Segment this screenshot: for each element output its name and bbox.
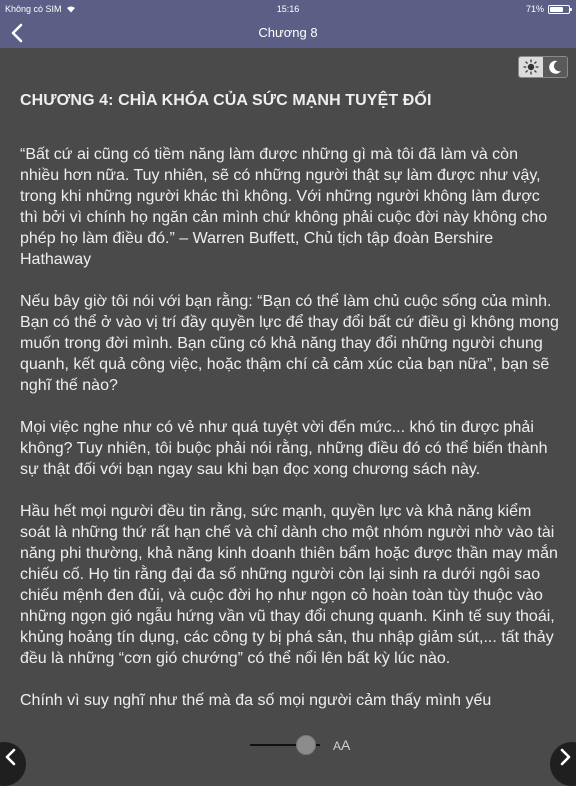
moon-icon: [549, 60, 561, 74]
light-mode-button[interactable]: [519, 57, 543, 77]
battery-icon: [548, 4, 572, 14]
chevron-right-icon: [560, 748, 571, 766]
paragraph: Nếu bây giờ tôi nói với bạn rằng: “Bạn c…: [20, 293, 559, 394]
battery-percent: 71%: [525, 4, 544, 14]
sun-icon: [523, 59, 539, 75]
theme-toggle[interactable]: [518, 56, 568, 78]
paragraph: Mọi việc nghe như có vẻ như quá tuyệt vờ…: [20, 419, 548, 478]
dark-mode-button[interactable]: [543, 57, 567, 77]
paragraph: Hầu hết mọi người đều tin rằng, sức mạnh…: [20, 503, 558, 667]
clock: 15:16: [276, 4, 300, 14]
reader-content: CHƯƠNG 4: CHÌA KHÓA CỦA SỨC MẠNH TUYỆT Đ…: [20, 90, 560, 730]
paragraph: “Bất cứ ai cũng có tiềm năng làm được nh…: [20, 146, 548, 268]
reader-toolbar: AA: [0, 732, 576, 786]
navigation-bar: Chương 8: [0, 18, 576, 48]
status-bar: Không có SIM 15:16 71%: [0, 0, 576, 18]
chapter-title: Chương 8: [258, 25, 318, 40]
next-page-button[interactable]: [550, 742, 576, 786]
previous-page-button[interactable]: [0, 742, 26, 786]
font-size-button[interactable]: AA: [333, 737, 350, 753]
font-size-slider-thumb[interactable]: [296, 735, 316, 755]
font-large-label: A: [341, 737, 351, 753]
font-small-label: A: [333, 739, 342, 753]
paragraph: Chính vì suy nghĩ như thế mà đa số mọi n…: [20, 692, 492, 709]
chevron-left-icon: [5, 748, 16, 766]
chapter-heading: CHƯƠNG 4: CHÌA KHÓA CỦA SỨC MẠNH TUYỆT Đ…: [20, 92, 432, 109]
battery-fill: [550, 6, 563, 12]
